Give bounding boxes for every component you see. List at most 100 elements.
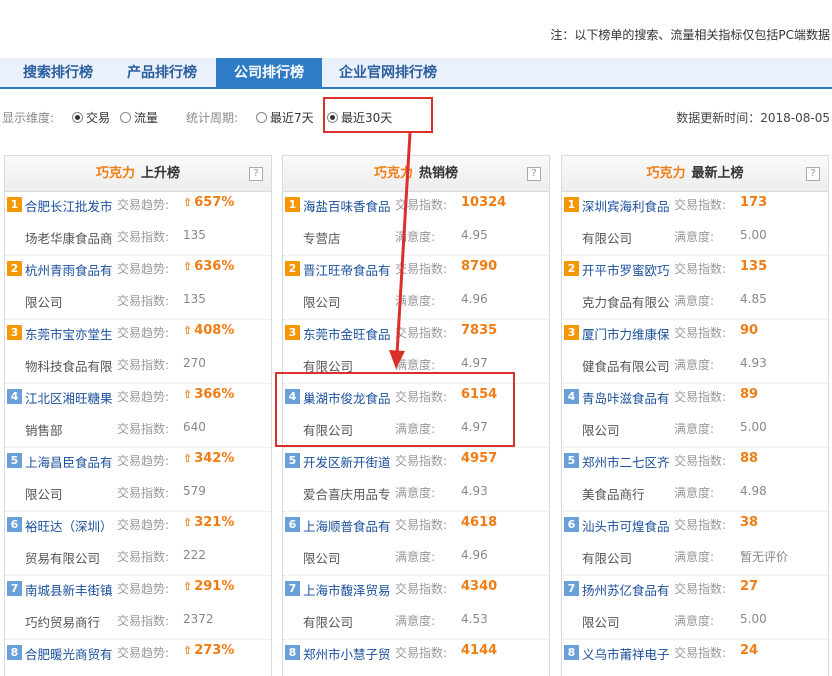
metric-value: ⇧ 342% [183,451,234,466]
company-name-line1[interactable]: 郑州市二七区齐 [582,452,670,471]
company-name-line1[interactable]: 深圳宾海利食品 [582,196,670,215]
list-item[interactable]: 3 东莞市宝亦堂生 交易趋势: ⇧ 408% 物科技食品有限 交易指数: 270 [5,320,271,384]
company-name-line1[interactable]: 开平市罗蜜欧巧 [582,260,670,279]
secondary-value: 4.85 [740,292,767,306]
list-item[interactable]: 5 开发区新开街道 交易指数: 4957 爱合喜庆用品专 满意度: 4.93 [283,448,549,512]
tab-product-ranking[interactable]: 产品排行榜 [112,58,212,89]
company-name-line1[interactable]: 杭州青雨食品有 [25,260,113,279]
list-item[interactable]: 8 郑州市小慧子贸 交易指数: 4144 [283,640,549,676]
company-name-line2[interactable]: 专营店 [303,228,341,247]
help-icon[interactable]: ? [527,167,541,181]
secondary-value: 640 [183,420,206,434]
list-item[interactable]: 6 上海顺普食品有 交易指数: 4618 限公司 满意度: 4.96 [283,512,549,576]
company-name-line2[interactable]: 健食品有限公司 [582,356,670,375]
company-name-line2[interactable]: 限公司 [25,484,63,503]
list-item[interactable]: 6 裕旺达（深圳） 交易趋势: ⇧ 321% 贸易有限公司 交易指数: 222 [5,512,271,576]
metric-value-text: 90 [740,323,759,338]
company-name-line1[interactable]: 上海市馥泽贸易 [303,580,391,599]
company-name-line2[interactable]: 限公司 [582,420,620,439]
rank-badge: 4 [564,389,579,404]
company-name-line1[interactable]: 南城县新丰街镇 [25,580,113,599]
panel-title: 热销榜 [419,166,459,181]
metric-value-text: 10324 [461,195,507,210]
company-name-line1[interactable]: 东莞市金旺食品 [303,324,391,343]
dimension-traffic-radio[interactable]: 流量 [120,109,158,126]
panel-new-entries: 巧克力 最新上榜 ? 1 深圳宾海利食品 交易指数: 173 有限公司 满意度: 5.00 2 开… [561,155,829,676]
tab-website-ranking[interactable]: 企业官网排行榜 [326,58,450,89]
list-item[interactable]: 5 上海昌臣食品有 交易趋势: ⇧ 342% 限公司 交易指数: 579 [5,448,271,512]
company-name-line1[interactable]: 合肥长江批发市 [25,196,113,215]
company-name-line2[interactable]: 限公司 [25,292,63,311]
company-name-line1[interactable]: 郑州市小慧子贸 [303,644,391,663]
list-item[interactable]: 4 江北区湘旺糖果 交易趋势: ⇧ 366% 销售部 交易指数: 640 [5,384,271,448]
company-name-line1[interactable]: 晋江旺帝食品有 [303,260,391,279]
company-name-line1[interactable]: 青岛咔滋食品有 [582,388,670,407]
tab-search-ranking[interactable]: 搜索排行榜 [8,58,108,89]
dimension-trade-radio[interactable]: 交易 [72,109,110,126]
company-name-line2[interactable]: 爱合喜庆用品专 [303,484,391,503]
company-name-line2[interactable]: 物科技食品有限 [25,356,113,375]
company-name-line1[interactable]: 江北区湘旺糖果 [25,388,113,407]
list-item[interactable]: 4 青岛咔滋食品有 交易指数: 89 限公司 满意度: 5.00 [562,384,828,448]
rank-badge: 5 [7,453,22,468]
list-item[interactable]: 1 深圳宾海利食品 交易指数: 173 有限公司 满意度: 5.00 [562,192,828,256]
company-name-line2[interactable]: 限公司 [303,548,341,567]
metric-label: 交易趋势: [117,646,170,660]
metric-value-text: 408% [194,323,235,338]
list-item[interactable]: 3 厦门市力维康保 交易指数: 90 健食品有限公司 满意度: 4.93 [562,320,828,384]
metric-value: 88 [740,451,758,466]
list-item[interactable]: 8 义乌市莆祥电子 交易指数: 24 [562,640,828,676]
company-name-line1[interactable]: 扬州苏亿食品有 [582,580,670,599]
list-item[interactable]: 7 南城县新丰街镇 交易趋势: ⇧ 291% 巧约贸易商行 交易指数: 2372 [5,576,271,640]
list-item[interactable]: 7 扬州苏亿食品有 交易指数: 27 限公司 满意度: 5.00 [562,576,828,640]
period-7days-radio[interactable]: 最近7天 [256,109,314,126]
metric-value-text: 4340 [461,579,498,594]
company-name-line1[interactable]: 汕头市可煌食品 [582,516,670,535]
metric-label: 交易指数: [395,582,448,596]
company-name-line2[interactable]: 限公司 [303,292,341,311]
secondary-label: 交易指数: [117,550,170,564]
company-name-line1[interactable]: 裕旺达（深圳） [25,516,113,535]
metric-value: 38 [740,515,758,530]
metric-value: 4144 [461,643,497,658]
company-name-line2[interactable]: 有限公司 [303,612,353,631]
company-name-line2[interactable]: 有限公司 [582,548,632,567]
company-name-line2[interactable]: 销售部 [25,420,63,439]
tab-company-ranking[interactable]: 公司排行榜 [216,58,322,89]
company-name-line1[interactable]: 义乌市莆祥电子 [582,644,670,663]
company-name-line2[interactable]: 巧约贸易商行 [25,612,100,631]
company-name-line1[interactable]: 东莞市宝亦堂生 [25,324,113,343]
company-name-line1[interactable]: 海盐百味香食品 [303,196,391,215]
company-name-line2[interactable]: 有限公司 [582,228,632,247]
company-name-line1[interactable]: 开发区新开街道 [303,452,391,471]
metric-value: ⇧ 366% [183,387,234,402]
metric-value-text: 273% [194,643,235,658]
company-name-line1[interactable]: 厦门市力维康保 [582,324,670,343]
secondary-value: 135 [183,228,206,242]
list-item[interactable]: 1 合肥长江批发市 交易趋势: ⇧ 657% 场老华康食品商 交易指数: 135 [5,192,271,256]
list-item[interactable]: 8 合肥暖光商贸有 交易趋势: ⇧ 273% [5,640,271,676]
list-item[interactable]: 2 开平市罗蜜欧巧 交易指数: 135 克力食品有限公 满意度: 4.85 [562,256,828,320]
company-name-line2[interactable]: 美食品商行 [582,484,645,503]
metric-label: 交易指数: [674,582,727,596]
list-item[interactable]: 1 海盐百味香食品 交易指数: 10324 专营店 满意度: 4.95 [283,192,549,256]
list-item[interactable]: 7 上海市馥泽贸易 交易指数: 4340 有限公司 满意度: 4.53 [283,576,549,640]
list-item[interactable]: 5 郑州市二七区齐 交易指数: 88 美食品商行 满意度: 4.98 [562,448,828,512]
rank-badge: 6 [285,517,300,532]
list-item[interactable]: 2 杭州青雨食品有 交易趋势: ⇧ 636% 限公司 交易指数: 135 [5,256,271,320]
arrow-up-icon: ⇧ [183,644,193,657]
list-item[interactable]: 2 晋江旺帝食品有 交易指数: 8790 限公司 满意度: 4.96 [283,256,549,320]
company-name-line1[interactable]: 上海昌臣食品有 [25,452,113,471]
company-name-line1[interactable]: 上海顺普食品有 [303,516,391,535]
metric-value-text: 321% [194,515,235,530]
help-icon[interactable]: ? [806,167,820,181]
company-name-line1[interactable]: 合肥暖光商贸有 [25,644,113,663]
metric-value: ⇧ 321% [183,515,234,530]
metric-value-text: 88 [740,451,759,466]
list-item[interactable]: 6 汕头市可煌食品 交易指数: 38 有限公司 满意度: 暂无评价 [562,512,828,576]
help-icon[interactable]: ? [249,167,263,181]
company-name-line2[interactable]: 克力食品有限公 [582,292,670,311]
company-name-line2[interactable]: 贸易有限公司 [25,548,100,567]
company-name-line2[interactable]: 限公司 [582,612,620,631]
company-name-line2[interactable]: 场老华康食品商 [25,228,113,247]
